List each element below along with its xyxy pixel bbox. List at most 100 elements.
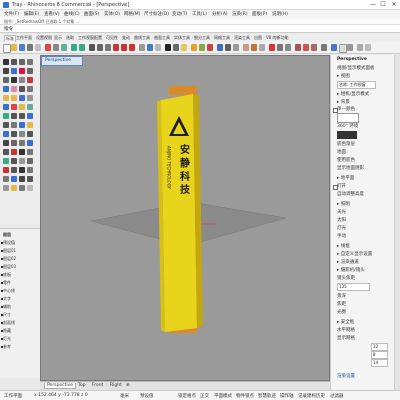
four-views-icon[interactable] [147, 44, 153, 51]
layer-item[interactable]: 隐藏 [3, 328, 11, 334]
display-tool-icon[interactable] [331, 44, 337, 51]
layer-item[interactable]: 预设值 [3, 240, 15, 246]
status-gumball[interactable]: 操作轴 [280, 393, 294, 399]
redo-icon[interactable] [79, 44, 85, 51]
import-icon[interactable] [35, 44, 41, 51]
tab-drafting[interactable]: 出图 [254, 35, 262, 41]
offset-icon[interactable] [19, 77, 25, 83]
polyline-icon[interactable] [19, 59, 25, 65]
mirror-icon[interactable] [19, 131, 25, 137]
layer-item[interactable]: 文字 [3, 296, 11, 302]
more-tools-icon[interactable] [365, 44, 371, 51]
render-preview-icon[interactable] [11, 158, 17, 164]
undo-icon[interactable] [71, 44, 77, 51]
layer-item[interactable]: 辅助 [3, 304, 11, 310]
new-file-icon[interactable] [3, 44, 11, 53]
dimension-icon[interactable] [3, 140, 9, 146]
properties-icon[interactable] [207, 44, 213, 51]
status-ortho[interactable]: 正交 [200, 393, 209, 399]
tab-front[interactable]: Front [92, 383, 103, 388]
rendered-icon[interactable] [181, 44, 187, 51]
wireframe-icon[interactable] [165, 44, 171, 51]
panel-section-display[interactable]: ▸ 相机/显示模式 [337, 91, 369, 97]
render-settings-button[interactable]: 渲染设置 [337, 373, 355, 379]
tab-mesh-tools[interactable]: 网格工具 [214, 35, 230, 41]
lens-length-field[interactable]: 135 [337, 283, 370, 291]
cylinder-icon[interactable] [19, 95, 25, 101]
tab-right[interactable]: Right [110, 383, 122, 388]
surface-tool-icon[interactable] [303, 44, 309, 51]
camera-icon[interactable] [19, 158, 25, 164]
tab-new-in-v8[interactable]: V8 的新功能 [266, 35, 289, 41]
hide-icon[interactable] [19, 176, 25, 182]
menu-view[interactable]: 查看(V) [44, 11, 60, 17]
panel-section-camera[interactable]: ▸ 摄影机/镜头 [337, 267, 365, 273]
transform-tool-icon[interactable] [357, 44, 363, 51]
status-history[interactable]: 记录建构历史 [298, 393, 325, 399]
status-planar[interactable]: 平面模式 [214, 393, 232, 399]
viewport-canvas[interactable]: 安 静 科 技 ANJING TECHNOLOGY [41, 56, 331, 382]
sphere-icon[interactable] [11, 95, 17, 101]
panel-section[interactable]: ▸ 自定义显示设置 [337, 251, 372, 257]
dimension-tool-icon[interactable] [347, 44, 353, 51]
hatch-icon[interactable] [19, 140, 25, 146]
open-file-icon[interactable] [11, 44, 17, 51]
zoom-icon[interactable] [105, 44, 111, 51]
panel-section-background[interactable]: ▸ 背景 [337, 99, 350, 105]
history-icon[interactable] [11, 167, 17, 173]
grid-spacing-field[interactable]: 8 [371, 351, 388, 359]
panel-option[interactable]: 自动调整高度 [337, 191, 364, 197]
tab-curve-tools[interactable]: 曲线工具 [134, 35, 150, 41]
layer-item[interactable]: 图层01 [3, 248, 16, 254]
mesh-icon[interactable] [3, 113, 9, 119]
text-tool-icon[interactable] [339, 44, 347, 53]
tab-transform[interactable]: 变动 [122, 35, 130, 41]
menu-file[interactable]: 文件(F) [4, 11, 19, 17]
tab-standard[interactable]: 标准 [4, 35, 16, 42]
close-button[interactable]: ✕ [389, 1, 399, 9]
cone-icon[interactable] [27, 95, 33, 101]
tab-set-view[interactable]: 设置视图 [36, 35, 52, 41]
cut-icon[interactable] [45, 44, 51, 51]
menu-tools[interactable]: 工具(L) [192, 11, 207, 17]
tab-visibility[interactable]: 可见性 [106, 35, 118, 41]
material-icon[interactable] [243, 44, 249, 51]
panel-option[interactable]: 太阳 [337, 217, 346, 223]
array-icon[interactable] [27, 131, 33, 137]
panel-option[interactable]: 底色渐层 [337, 141, 355, 147]
menu-render[interactable]: 渲染(R) [232, 11, 248, 17]
material-tool-icon[interactable] [11, 185, 17, 191]
block-icon[interactable] [3, 176, 9, 182]
viewport-title[interactable]: Perspective [45, 58, 71, 63]
tab-cplanes[interactable]: 工作平面 [16, 35, 32, 41]
circle-icon[interactable] [3, 68, 9, 74]
curve-tool-icon[interactable] [295, 44, 301, 51]
shaded-icon[interactable] [173, 44, 179, 51]
tab-perspective[interactable]: Perspective [44, 383, 77, 389]
gumball-icon[interactable] [3, 167, 9, 173]
panel-section[interactable]: ▸ 渲染通道 [337, 259, 359, 265]
panel-section-ground[interactable]: ▸ 地平面 [337, 175, 354, 181]
status-osnap[interactable]: 物件锁点 [236, 393, 254, 399]
panel-section-view[interactable]: ▸ 视图 [337, 73, 350, 79]
light-icon[interactable] [191, 44, 197, 51]
grid-count-field[interactable]: 32 [371, 343, 388, 351]
select-arrow-icon[interactable] [3, 59, 9, 65]
panel-item[interactable]: 视图/显示模式面板 [337, 65, 375, 71]
menu-panels[interactable]: 面板(P) [252, 11, 267, 17]
panel-section[interactable]: ▸ 线框 [337, 243, 350, 249]
rotate-icon[interactable] [3, 131, 9, 137]
trim-icon[interactable] [11, 113, 17, 119]
revolve-icon[interactable] [19, 86, 25, 92]
background-color-swatch[interactable] [337, 113, 359, 123]
distance-icon[interactable] [19, 149, 25, 155]
panel-option[interactable]: 天光 [337, 209, 346, 215]
arc-icon[interactable] [11, 68, 17, 74]
point-icon[interactable] [11, 59, 17, 65]
status-filter[interactable]: 过滤器 [330, 393, 344, 399]
paste-icon[interactable] [61, 44, 67, 51]
grid-thick-field[interactable]: 14 [371, 359, 388, 367]
copy-object-icon[interactable] [27, 122, 33, 128]
curve-icon[interactable] [27, 59, 33, 65]
help-icon[interactable] [259, 44, 265, 51]
